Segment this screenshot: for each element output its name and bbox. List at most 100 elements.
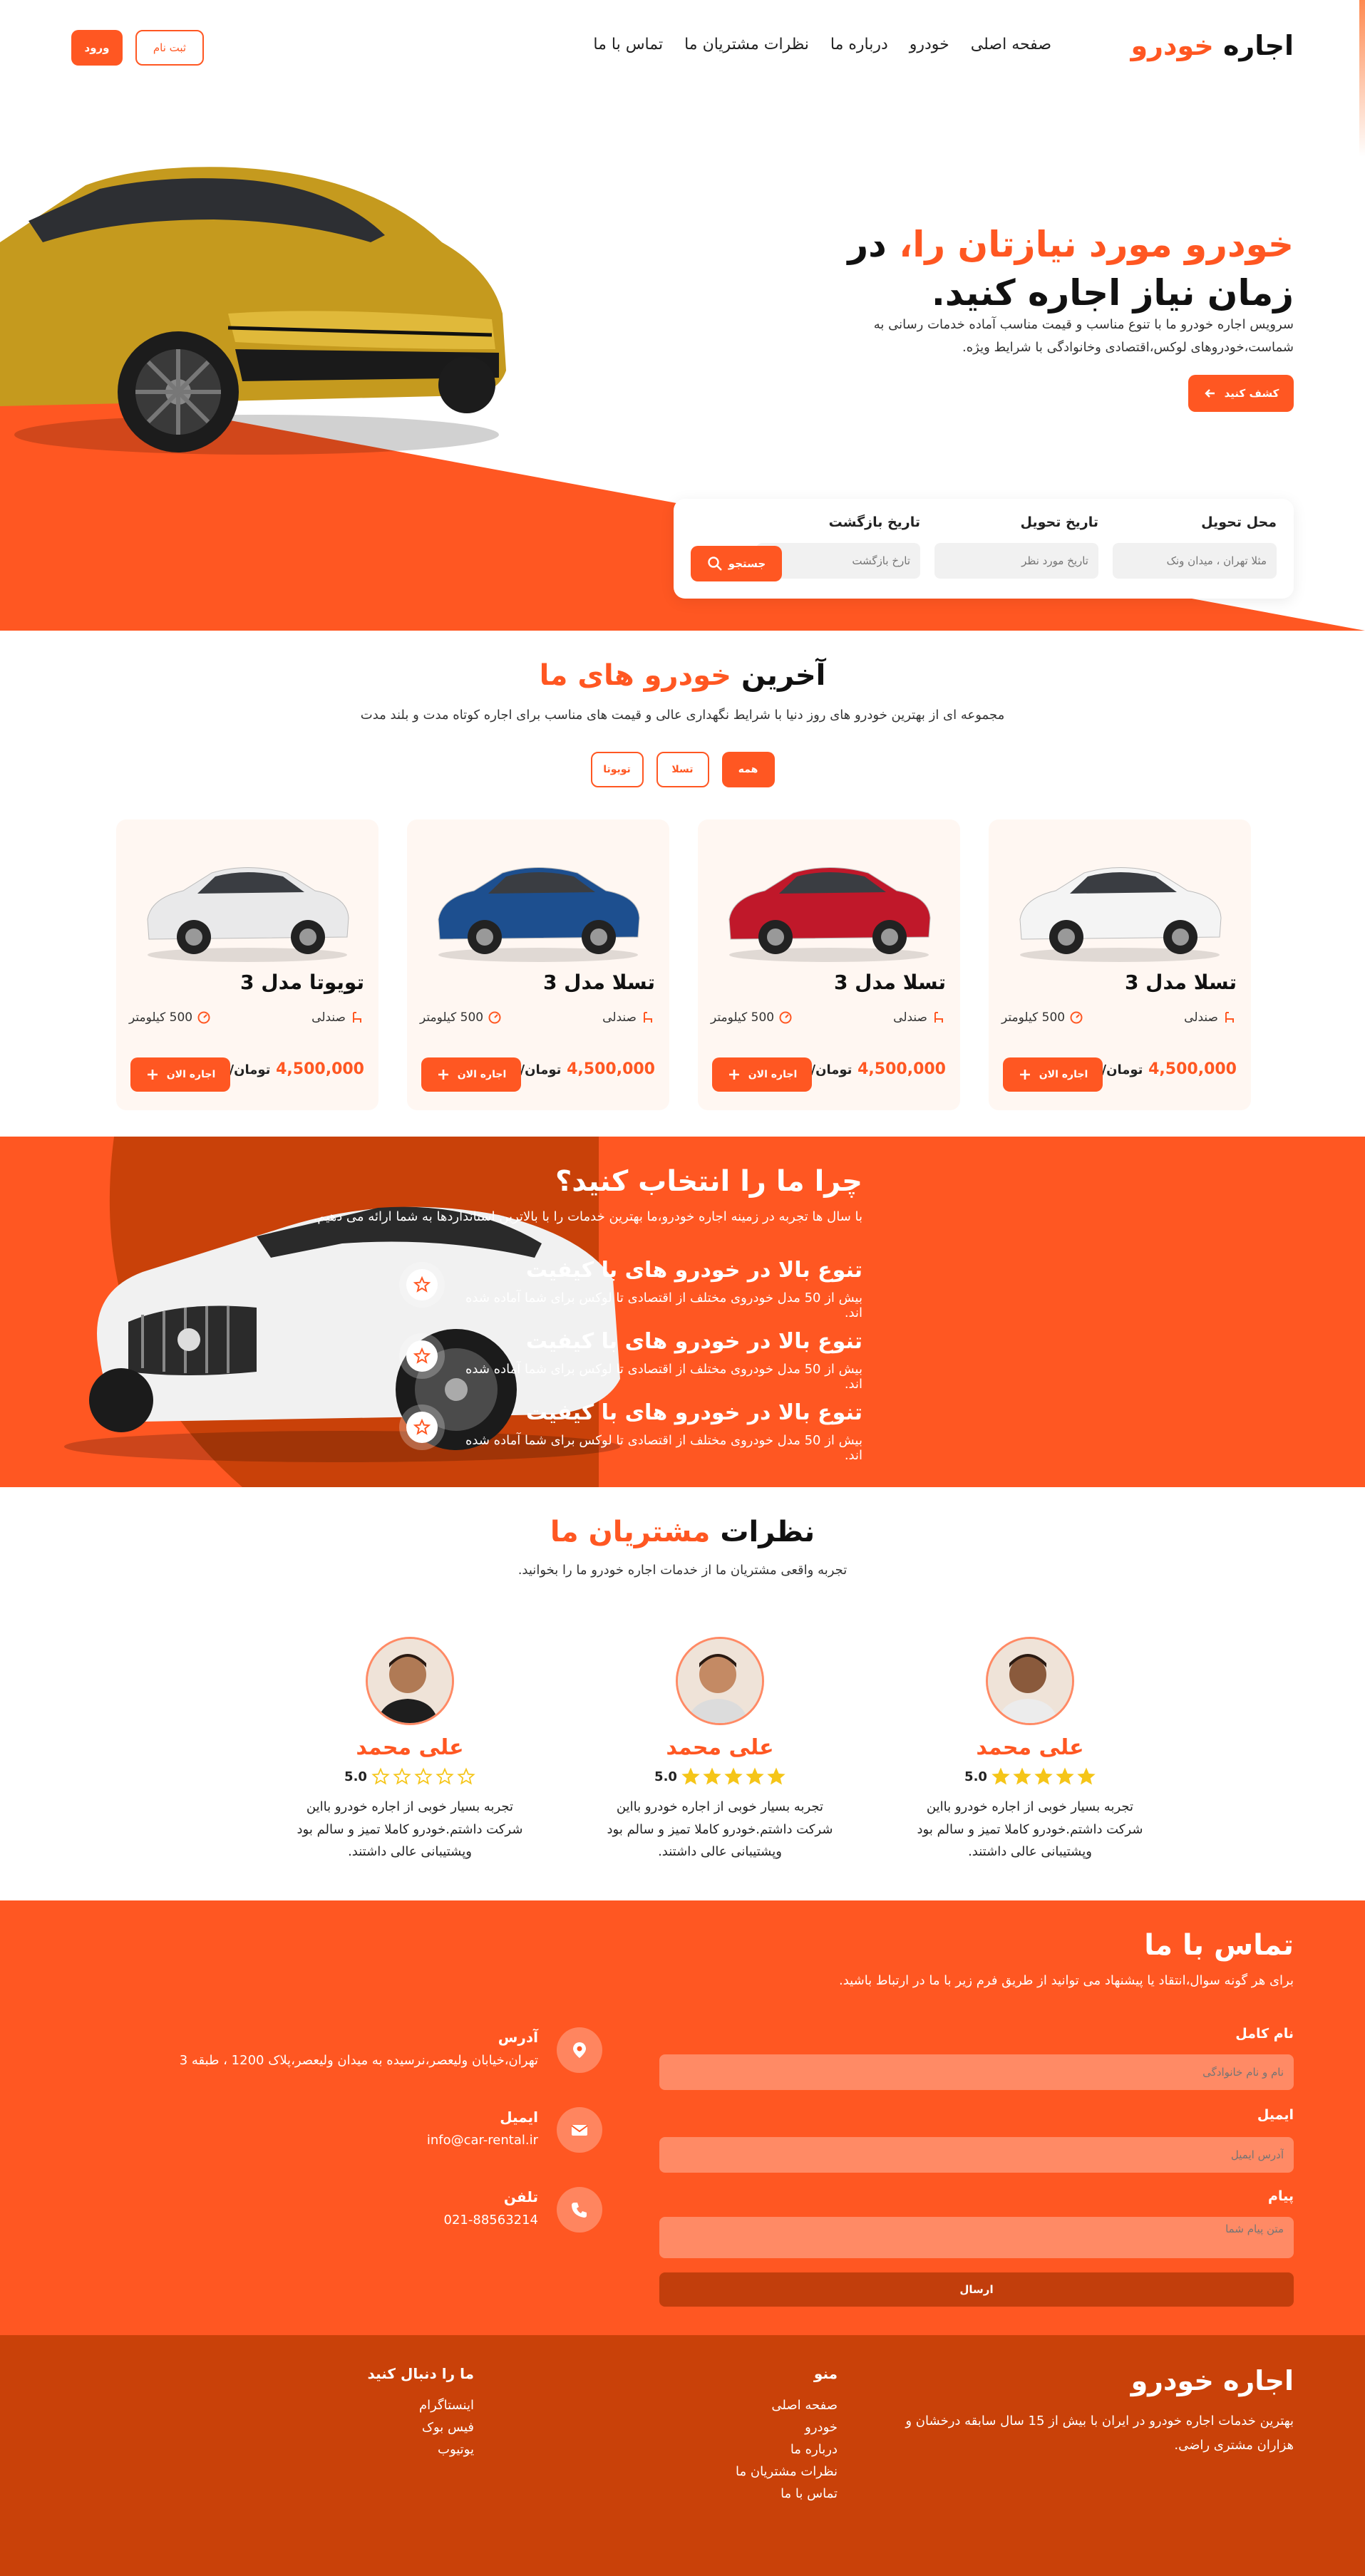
search-button[interactable]: جستجو: [691, 546, 782, 581]
price-value: 4,500,000: [567, 1060, 655, 1078]
pickup-input[interactable]: [1113, 543, 1277, 579]
testimonial-cards: علی محمد 5.0 تجربه بسیار خوبی از اجاره خ…: [235, 1637, 1162, 1879]
star-icon: [767, 1767, 785, 1785]
footer-link-instagram[interactable]: اینستاگرام: [368, 2398, 474, 2413]
rent-label: اجاره الان: [166, 1069, 216, 1080]
feature-title: تنوع بالا در خودرو های با کیفیت: [525, 1329, 862, 1354]
footer-link-youtube[interactable]: یوتیوب: [368, 2442, 474, 2457]
email-label: ایمیل: [1257, 2107, 1294, 2123]
star-icon: [414, 1767, 433, 1785]
address-value: تهران،خیابان ولیعصر،نرسیده به میدان ولیع…: [179, 2053, 538, 2068]
email-input[interactable]: [659, 2137, 1294, 2173]
rent-now-button[interactable]: اجاره الان: [712, 1057, 812, 1092]
footer-link-home[interactable]: صفحه اصلی: [736, 2398, 838, 2413]
search-label: جستجو: [728, 557, 766, 570]
plus-icon: [728, 1070, 739, 1080]
footer-social: ما را دنبال کنید اینستاگرام فیس بوک یوتی…: [368, 2365, 474, 2464]
mileage-info: 500 کیلومتر: [129, 1010, 211, 1025]
rating-stars: [681, 1767, 785, 1786]
footer-social-title: ما را دنبال کنید: [367, 2365, 474, 2382]
footer-link-testimonials[interactable]: نظرات مشتریان ما: [736, 2464, 838, 2479]
feature-description: بیش از 50 مدل خودروی مختلف از اقتصادی تا…: [465, 1290, 862, 1320]
seat-icon: [1225, 1012, 1234, 1023]
rating-stars: [371, 1767, 475, 1786]
nav-about[interactable]: درباره ما: [830, 36, 888, 53]
star-icon: [1056, 1767, 1074, 1785]
envelope-icon: [557, 2107, 602, 2153]
nav-home[interactable]: صفحه اصلی: [971, 36, 1051, 53]
nav-contact[interactable]: تماس با ما: [593, 36, 663, 53]
footer-link-about[interactable]: درباره ما: [736, 2442, 838, 2457]
plus-icon: [147, 1070, 158, 1080]
return-date-label: تاریخ بازگشت: [828, 514, 920, 530]
star-icon: [413, 1276, 431, 1293]
seat-info: صندلی: [602, 1010, 655, 1025]
phone-info: تلفن 021-88563214: [175, 2187, 602, 2244]
cars-title-part1: آخرین: [741, 659, 826, 692]
rent-now-button[interactable]: اجاره الان: [421, 1057, 521, 1092]
seat-icon: [353, 1012, 361, 1023]
email-info: ایمیل info@car-rental.ir: [175, 2107, 602, 2164]
car-image: [147, 867, 349, 962]
hero-description: سرویس اجاره خودرو ما با تنوع مناسب و قیم…: [873, 317, 1294, 356]
testimonial-card: علی محمد 5.0 تجربه بسیار خوبی از اجاره خ…: [898, 1637, 1162, 1879]
speedometer-icon: [779, 1011, 792, 1024]
car-card[interactable]: تسلا مدل 3 صندلی 500 کیلومتر 4,500,000 ت…: [989, 819, 1251, 1110]
nav-testimonials[interactable]: نظرات مشتریان ما: [684, 36, 809, 53]
name-input[interactable]: [659, 2054, 1294, 2090]
speedometer-icon: [1070, 1011, 1083, 1024]
footer-link-facebook[interactable]: فیس بوک: [368, 2420, 474, 2435]
star-icon: [393, 1767, 411, 1785]
car-card[interactable]: تسلا مدل 3 صندلی 500 کیلومتر 4,500,000 ت…: [407, 819, 669, 1110]
avatar: [676, 1637, 764, 1725]
footer-menu-title: منو: [813, 2365, 838, 2382]
car-name: تویوتا مدل 3: [240, 971, 364, 994]
car-card[interactable]: تویوتا مدل 3 صندلی 500 کیلومتر 4,500,000…: [116, 819, 378, 1110]
car-meta: صندلی 500 کیلومتر: [1001, 1010, 1237, 1025]
car-image: [728, 867, 931, 962]
testimonials-title-part2: مشتریان ما: [550, 1516, 721, 1548]
car-card[interactable]: تسلا مدل 3 صندلی 500 کیلومتر 4,500,000 ت…: [698, 819, 960, 1110]
testimonial-text: تجربه بسیار خوبی از اجاره خودرو بااین شر…: [607, 1799, 833, 1859]
site-logo[interactable]: اجاره خودرو: [1131, 30, 1294, 61]
car-image: [438, 867, 640, 962]
rating: 5.0: [898, 1767, 1162, 1786]
location-icon: [557, 2027, 602, 2073]
name-label: نام کامل: [1235, 2026, 1294, 2042]
rent-now-button[interactable]: اجاره الان: [1003, 1057, 1103, 1092]
email-title: ایمیل: [500, 2109, 538, 2126]
email-value[interactable]: info@car-rental.ir: [427, 2133, 538, 2148]
message-textarea[interactable]: [659, 2217, 1294, 2258]
seat-info: صندلی: [893, 1010, 946, 1025]
car-filters: همه تسلا تویوتا: [0, 752, 1365, 787]
hero-title-highlight: خودرو مورد نیازتان را،: [899, 224, 1294, 265]
explore-button[interactable]: کشف کنید: [1188, 375, 1294, 412]
filter-tesla[interactable]: تسلا: [656, 752, 709, 787]
star-icon: [413, 1347, 431, 1364]
plus-icon: [438, 1070, 448, 1080]
rating-score: 5.0: [964, 1769, 987, 1784]
car-meta: صندلی 500 کیلومتر: [129, 1010, 364, 1025]
avatar: [986, 1637, 1074, 1725]
delivery-date-input[interactable]: [934, 543, 1098, 579]
login-button[interactable]: ورود: [71, 30, 123, 66]
address-title: آدرس: [498, 2029, 538, 2046]
send-button[interactable]: ارسال: [659, 2272, 1294, 2307]
footer-link-contact[interactable]: تماس با ما: [736, 2486, 838, 2501]
hero-car-image: [0, 167, 506, 455]
star-icon: [436, 1767, 454, 1785]
filter-all[interactable]: همه: [721, 752, 775, 787]
explore-label: کشف کنید: [1224, 387, 1279, 400]
star-icon: [371, 1767, 390, 1785]
mileage-label: 500 کیلومتر: [711, 1010, 775, 1025]
footer-link-cars[interactable]: خودرو: [736, 2420, 838, 2435]
rent-now-button[interactable]: اجاره الان: [130, 1057, 230, 1092]
signup-button[interactable]: ثبت نام: [135, 30, 204, 66]
filter-toyota[interactable]: تویوتا: [590, 752, 644, 787]
price-value: 4,500,000: [276, 1060, 364, 1078]
phone-value[interactable]: 021-88563214: [444, 2213, 538, 2228]
star-icon: [1077, 1767, 1096, 1785]
nav-cars[interactable]: خودرو: [910, 36, 949, 53]
why-subtitle: با سال ها تجربه در زمینه اجاره خودرو،ما …: [313, 1209, 862, 1224]
feature-badge: [399, 1333, 445, 1379]
